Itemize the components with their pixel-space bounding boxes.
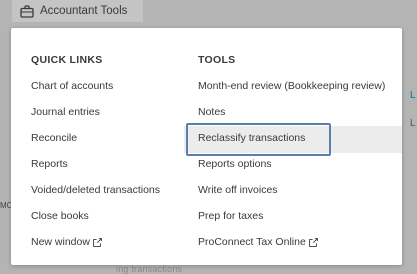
tool-write-off-invoices[interactable]: Write off invoices [198, 184, 278, 196]
briefcase-icon [20, 4, 34, 18]
quick-link-voided-deleted-transactions[interactable]: Voided/deleted transactions [31, 184, 160, 196]
quick-link-reconcile[interactable]: Reconcile [31, 132, 77, 144]
tool-label: Write off invoices [198, 184, 278, 196]
quick-link-label: New window [31, 236, 90, 248]
accountant-tools-button[interactable]: Accountant Tools [12, 0, 143, 22]
tool-label: Reports options [198, 158, 272, 170]
quick-links-heading: QUICK LINKS [31, 54, 103, 66]
quick-link-reports[interactable]: Reports [31, 158, 68, 170]
tool-reports-options[interactable]: Reports options [198, 158, 272, 170]
external-link-icon [93, 237, 102, 247]
accountant-tools-menu: QUICK LINKS Chart of accounts Journal en… [11, 28, 402, 265]
quick-link-label: Reconcile [31, 132, 78, 144]
quick-link-journal-entries[interactable]: Journal entries [31, 106, 100, 118]
background-bottom-text: ing transactions [116, 264, 183, 274]
tool-notes[interactable]: Notes [198, 106, 225, 118]
tool-label: Notes [198, 106, 226, 118]
quick-link-close-books[interactable]: Close books [31, 210, 89, 222]
background-link-fragment: L [410, 90, 416, 101]
quick-link-label: Reports [31, 158, 68, 170]
external-link-icon [308, 237, 318, 247]
tool-prep-for-taxes[interactable]: Prep for taxes [198, 210, 263, 222]
quick-link-label: Close books [31, 210, 89, 222]
quick-link-label: Voided/deleted transactions [31, 184, 161, 196]
quick-link-label: Journal entries [31, 106, 100, 118]
tool-label: ProConnect Tax Online [198, 236, 306, 248]
tool-month-end-review[interactable]: Month-end review (Bookkeeping review) [198, 80, 385, 92]
reclassify-focus-highlight [186, 123, 331, 156]
accountant-tools-label: Accountant Tools [40, 5, 128, 17]
quick-link-label: Chart of accounts [31, 80, 114, 92]
tool-proconnect-tax-online[interactable]: ProConnect Tax Online [198, 236, 318, 248]
quick-link-new-window[interactable]: New window [31, 236, 102, 248]
background-label-fragment: L [410, 118, 416, 129]
quick-link-chart-of-accounts[interactable]: Chart of accounts [31, 80, 113, 92]
tools-heading: TOOLS [198, 54, 236, 66]
tool-label: Prep for taxes [198, 210, 264, 222]
tool-label: Month-end review (Bookkeeping review) [198, 80, 386, 92]
